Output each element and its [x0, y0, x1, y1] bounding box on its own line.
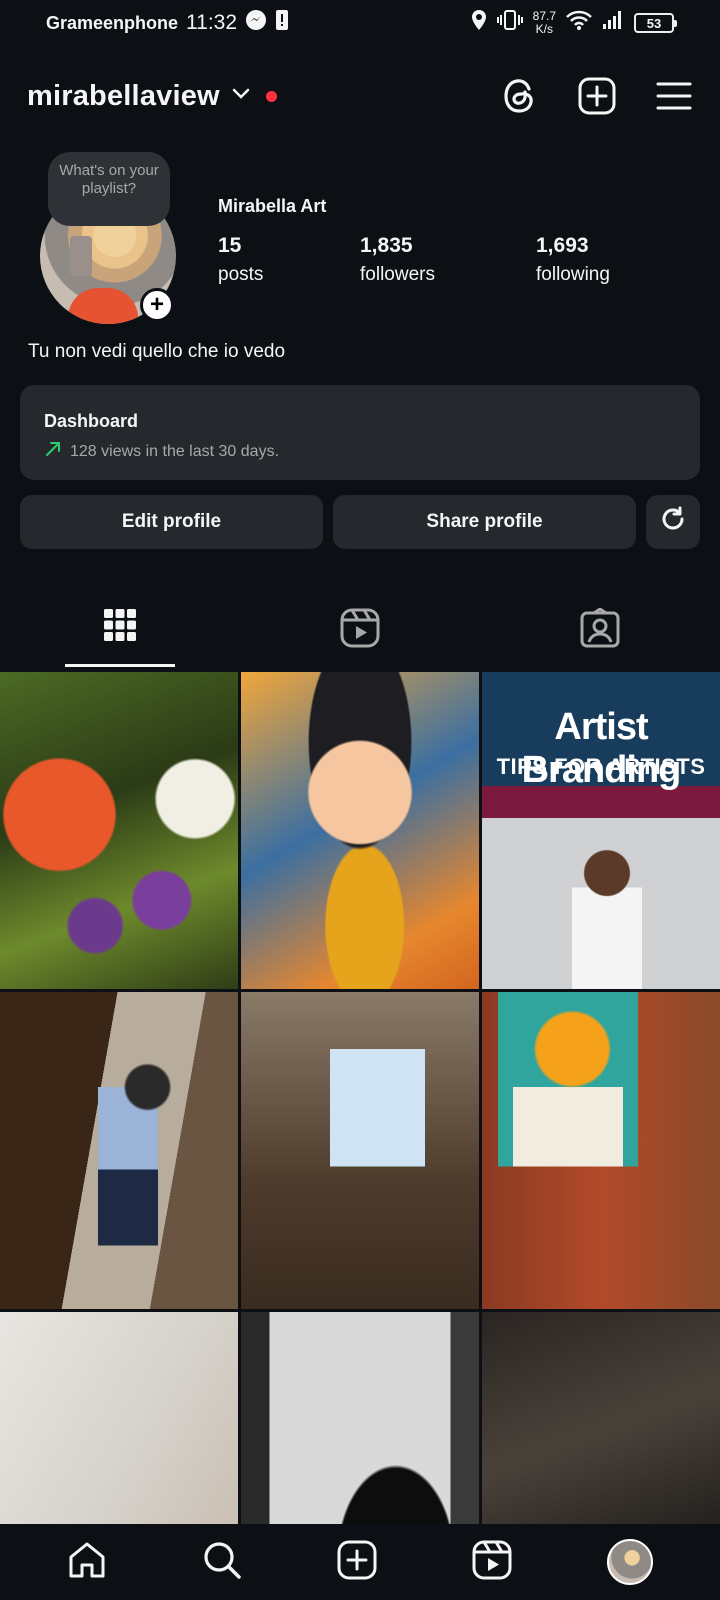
vibrate-icon: [496, 9, 523, 37]
profile-stats: 15 posts 1,835 followers 1,693 following: [218, 234, 610, 286]
refresh-icon: [659, 505, 687, 539]
posts-stat[interactable]: 15 posts: [218, 234, 360, 286]
share-profile-button[interactable]: Share profile: [333, 495, 636, 549]
post-thumbnail[interactable]: [241, 672, 479, 989]
post-thumbnail[interactable]: [0, 992, 238, 1309]
add-story-icon[interactable]: +: [140, 288, 174, 322]
username[interactable]: mirabellaview: [27, 80, 220, 113]
chevron-down-icon[interactable]: [232, 87, 250, 105]
edit-profile-button[interactable]: Edit profile: [20, 495, 323, 549]
battery-indicator: 53: [634, 13, 677, 33]
trend-up-icon: [44, 440, 62, 463]
network-speed: 87.7 K/s: [532, 9, 556, 36]
home-icon[interactable]: [67, 1540, 107, 1585]
bottom-navigation: [0, 1524, 720, 1600]
posts-label: posts: [218, 264, 264, 285]
posts-count: 15: [218, 234, 242, 257]
post-person-figure: [572, 847, 642, 989]
refresh-button[interactable]: [646, 495, 700, 549]
carrier-name: Grameenphone: [46, 12, 179, 33]
create-post-icon[interactable]: [578, 77, 616, 115]
status-bar: Grameenphone 11:32 87.7 K/s 53: [0, 0, 720, 46]
tab-tagged[interactable]: [480, 598, 720, 668]
profile-tabs: [0, 598, 720, 668]
messenger-icon: [245, 9, 267, 37]
following-count: 1,693: [536, 234, 589, 257]
create-icon[interactable]: [337, 1540, 377, 1585]
signal-icon: [602, 10, 624, 36]
profile-nav-avatar[interactable]: [606, 1539, 653, 1585]
posts-grid: Artist Branding TIPS FOR ARTISTS: [0, 672, 720, 1600]
dashboard-card[interactable]: Dashboard 128 views in the last 30 days.: [20, 385, 700, 480]
following-label: following: [536, 264, 610, 285]
clock: 11:32: [186, 11, 238, 34]
bio: Tu non vedi quello che io vedo: [28, 341, 286, 362]
post-thumbnail[interactable]: Artist Branding TIPS FOR ARTISTS: [482, 672, 720, 989]
followers-label: followers: [360, 264, 435, 285]
dashboard-subtitle: 128 views in the last 30 days.: [70, 442, 280, 460]
active-tab-indicator: [65, 664, 175, 667]
tab-reels[interactable]: [240, 598, 480, 668]
wifi-icon: [566, 9, 592, 37]
location-icon: [471, 9, 487, 37]
dashboard-title: Dashboard: [44, 411, 139, 431]
following-stat[interactable]: 1,693 following: [536, 234, 610, 286]
followers-stat[interactable]: 1,835 followers: [360, 234, 536, 286]
reels-nav-icon[interactable]: [472, 1540, 512, 1585]
profile-header: mirabellaview: [27, 70, 692, 122]
tagged-icon: [580, 607, 620, 653]
tab-grid[interactable]: [0, 598, 240, 668]
post-thumbnail[interactable]: [0, 672, 238, 989]
alert-icon: [275, 9, 289, 37]
display-name: Mirabella Art: [218, 196, 327, 216]
reels-icon: [340, 608, 380, 653]
followers-count: 1,835: [360, 234, 413, 257]
grid-icon: [103, 608, 137, 647]
post-subtitle-text: TIPS FOR ARTISTS: [496, 754, 706, 779]
search-icon[interactable]: [202, 1540, 242, 1585]
post-thumbnail[interactable]: [241, 992, 479, 1309]
note-bubble[interactable]: What's on your playlist?: [48, 152, 170, 226]
menu-icon[interactable]: [656, 81, 692, 111]
notification-dot: [265, 90, 277, 102]
post-thumbnail[interactable]: [482, 992, 720, 1309]
threads-icon[interactable]: [502, 77, 538, 115]
